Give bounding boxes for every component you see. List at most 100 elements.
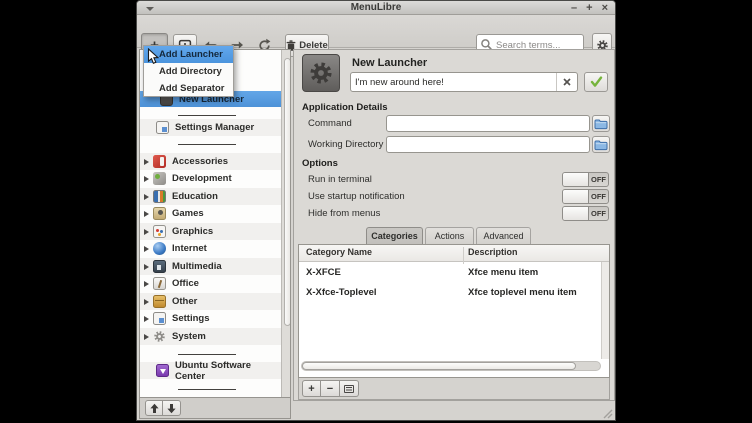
working-directory-browse-button[interactable] [592, 136, 610, 153]
multimedia-icon [153, 260, 166, 273]
table-row[interactable]: X-Xfce-Toplevel Xfce toplevel menu item [299, 282, 609, 302]
expander-icon[interactable] [144, 316, 149, 322]
sidebar-item-settings-manager[interactable]: Settings Manager [140, 119, 281, 136]
sidebar-item-internet[interactable]: Internet [140, 240, 281, 257]
sidebar-item-label: Education [172, 191, 218, 202]
clear-name-button[interactable] [556, 73, 577, 91]
sidebar-item-label: Graphics [172, 226, 213, 237]
table-header[interactable]: Category Name Description [299, 245, 609, 262]
menu-separator [178, 144, 236, 145]
run-in-terminal-toggle[interactable]: OFF [562, 172, 609, 187]
expander-icon[interactable] [144, 264, 149, 270]
sidebar-item-settings[interactable]: Settings [140, 310, 281, 327]
working-directory-label: Working Directory [308, 139, 383, 150]
toggle-state-label: OFF [589, 173, 608, 186]
table-vertical-scrollbar[interactable] [601, 262, 609, 359]
expander-icon[interactable] [144, 334, 149, 340]
sidebar-item-development[interactable]: Development [140, 170, 281, 187]
sidebar-item-label: Other [172, 296, 197, 307]
expander-icon[interactable] [144, 299, 149, 305]
expander-icon[interactable] [144, 194, 149, 200]
add-dropdown-menu: Add Launcher Add Directory Add Separator [143, 45, 234, 97]
sidebar-item-multimedia[interactable]: Multimedia [140, 258, 281, 275]
window-title: MenuLibre [137, 2, 615, 13]
sidebar-item-label: Settings [172, 313, 209, 324]
maximize-button[interactable]: + [586, 1, 592, 15]
menu-item-add-directory[interactable]: Add Directory [144, 63, 233, 80]
category-name-cell: X-XFCE [306, 267, 341, 278]
move-up-button[interactable] [145, 400, 163, 416]
expander-icon[interactable] [144, 229, 149, 235]
minimize-button[interactable]: – [571, 1, 577, 15]
use-startup-notification-toggle[interactable]: OFF [562, 189, 609, 204]
ubuntu-software-center-icon [156, 364, 169, 377]
sidebar-item-label: Internet [172, 243, 207, 254]
command-input[interactable] [386, 115, 590, 132]
expander-icon[interactable] [144, 211, 149, 217]
sidebar-item-graphics[interactable]: Graphics [140, 223, 281, 240]
titlebar[interactable]: MenuLibre – + × [137, 1, 615, 15]
sidebar-item-office[interactable]: Office [140, 275, 281, 292]
sidebar-item-label: Settings Manager [175, 122, 254, 133]
launcher-title: New Launcher [352, 57, 427, 69]
resize-grip[interactable] [600, 406, 613, 419]
expander-icon[interactable] [144, 159, 149, 165]
mouse-cursor-icon [147, 48, 159, 65]
move-down-button[interactable] [163, 400, 181, 416]
expander-icon[interactable] [144, 176, 149, 182]
sidebar-item-games[interactable]: Games [140, 205, 281, 222]
launcher-gear-icon [308, 60, 334, 86]
use-startup-notification-label: Use startup notification [308, 191, 405, 202]
sidebar-item-education[interactable]: Education [140, 188, 281, 205]
menu-item-add-separator[interactable]: Add Separator [144, 80, 233, 97]
sidebar-item-ubuntu-software-center[interactable]: Ubuntu Software Center [140, 362, 281, 379]
checkmark-icon [590, 76, 603, 88]
toolbar: + [137, 15, 615, 48]
expander-icon[interactable] [144, 281, 149, 287]
category-description-cell: Xfce toplevel menu item [468, 287, 577, 298]
edit-category-button[interactable] [340, 380, 359, 397]
table-row[interactable]: X-XFCE Xfce menu item [299, 262, 609, 282]
settings-icon [153, 312, 166, 325]
sidebar-item-system[interactable]: System [140, 328, 281, 345]
command-browse-button[interactable] [592, 115, 610, 132]
tab-categories[interactable]: Categories [366, 227, 423, 244]
desktop-background: MenuLibre – + × + [0, 0, 752, 423]
settings-manager-icon [156, 121, 169, 134]
categories-table: Category Name Description X-XFCE Xfce me… [298, 244, 610, 378]
clear-x-icon [563, 78, 571, 86]
tab-advanced[interactable]: Advanced [476, 227, 531, 244]
other-icon [153, 295, 166, 308]
toggle-knob [563, 173, 589, 186]
sidebar-item-accessories[interactable]: Accessories [140, 153, 281, 170]
menu-separator [178, 354, 236, 355]
options-header: Options [302, 158, 338, 169]
remove-category-button[interactable]: − [321, 380, 340, 397]
launcher-name-input[interactable] [351, 73, 555, 91]
launcher-icon-button[interactable] [302, 54, 340, 92]
column-description[interactable]: Description [468, 247, 518, 257]
close-button[interactable]: × [602, 1, 608, 15]
folder-icon [594, 139, 608, 151]
add-category-button[interactable]: + [302, 380, 321, 397]
categories-actionbar: + − [298, 378, 610, 400]
development-icon [153, 172, 166, 185]
apply-name-button[interactable] [584, 72, 608, 92]
sidebar-item-other[interactable]: Other [140, 293, 281, 310]
table-horizontal-scrollbar-thumb[interactable] [302, 362, 576, 370]
sidebar-scrollbar[interactable] [281, 50, 291, 397]
tab-actions[interactable]: Actions [425, 227, 474, 244]
toggle-state-label: OFF [589, 190, 608, 203]
hide-from-menus-toggle[interactable]: OFF [562, 206, 609, 221]
expander-icon[interactable] [144, 246, 149, 252]
column-category-name[interactable]: Category Name [306, 247, 372, 257]
sidebar-scrollbar-thumb[interactable] [284, 58, 291, 326]
menu-separator [178, 115, 236, 116]
toggle-knob [563, 190, 589, 203]
toggle-knob [563, 207, 589, 220]
arrow-down-icon [166, 403, 177, 414]
table-horizontal-scrollbar[interactable] [301, 361, 601, 371]
description-list-icon [344, 385, 354, 393]
menu-tree-panel: New Launcher Settings Manager Accessorie… [139, 49, 291, 398]
working-directory-input[interactable] [386, 136, 590, 153]
